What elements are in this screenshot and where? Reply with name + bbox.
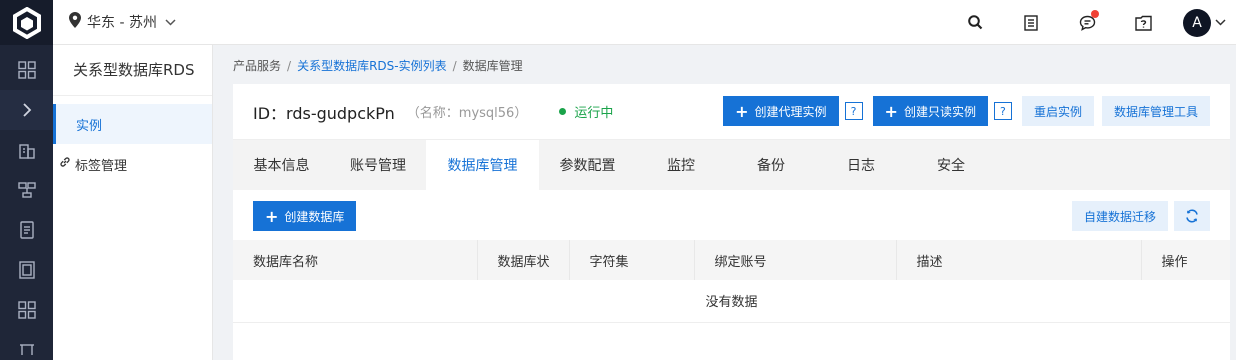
- db-management-tool-button[interactable]: 数据库管理工具: [1101, 96, 1210, 126]
- status-badge: 运行中: [559, 102, 613, 121]
- user-menu[interactable]: A: [1183, 8, 1226, 37]
- product-sidebar: 关系型数据库RDS 实例 标签管理: [53, 45, 213, 360]
- instance-name: （名称：mysql56）: [406, 106, 528, 121]
- breadcrumb-item[interactable]: 关系型数据库RDS-实例列表: [297, 57, 447, 74]
- refresh-icon[interactable]: [1174, 201, 1210, 231]
- tab-bar: 基本信息 账号管理 数据库管理 参数配置 监控 备份 日志 安全: [233, 140, 1230, 190]
- plus-icon: +: [265, 206, 279, 226]
- breadcrumb-separator: /: [452, 58, 457, 73]
- column-header-db-status: 数据库状: [477, 240, 570, 280]
- region-label: 华东 - 苏州: [87, 15, 157, 31]
- topology-icon[interactable]: [0, 330, 53, 360]
- sidebar-item-label: 标签管理: [75, 158, 128, 174]
- search-icon[interactable]: [947, 0, 1003, 45]
- network-icon[interactable]: [0, 170, 53, 210]
- location-pin-icon: [69, 12, 81, 32]
- message-icon[interactable]: [1059, 0, 1115, 45]
- restart-instance-button[interactable]: 重启实例: [1021, 96, 1094, 126]
- instance-panel: ID：rds-gudpckPn （名称：mysql56） 运行中 + 创建代理实…: [233, 84, 1230, 360]
- region-selector[interactable]: 华东 - 苏州: [69, 12, 176, 32]
- logo[interactable]: [0, 0, 53, 45]
- expand-nav-icon[interactable]: [0, 90, 53, 130]
- building-icon[interactable]: [0, 130, 53, 170]
- column-header-bound-account: 绑定账号: [694, 240, 897, 280]
- button-label: 创建只读实例: [903, 104, 976, 119]
- link-icon: [59, 156, 71, 172]
- notification-dot: [1091, 10, 1099, 18]
- help-document-icon[interactable]: [1115, 0, 1171, 45]
- empty-state-text: 没有数据: [233, 280, 1230, 323]
- apps-icon[interactable]: [0, 290, 53, 330]
- column-header-description: 描述: [896, 240, 1142, 280]
- create-database-button[interactable]: + 创建数据库: [253, 201, 357, 231]
- create-proxy-instance-button[interactable]: + 创建代理实例: [723, 96, 839, 126]
- tab-monitoring[interactable]: 监控: [636, 140, 726, 190]
- breadcrumb-item[interactable]: 产品服务: [233, 57, 281, 74]
- tab-account-management[interactable]: 账号管理: [330, 140, 426, 190]
- database-toolbar: + 创建数据库 自建数据迁移: [233, 190, 1230, 240]
- plus-icon: +: [884, 101, 898, 121]
- database-table: 数据库名称 数据库状 字符集 绑定账号 描述 操作 没有数据: [233, 240, 1230, 323]
- breadcrumb-current: 数据库管理: [462, 59, 523, 73]
- chevron-down-icon: [165, 14, 176, 30]
- storage-icon[interactable]: [0, 250, 53, 290]
- sidebar-item-label: 实例: [76, 118, 103, 134]
- column-header-actions: 操作: [1141, 240, 1230, 280]
- breadcrumb-separator: /: [287, 58, 292, 73]
- cube-logo-icon: [12, 6, 41, 39]
- status-text: 运行中: [574, 106, 614, 121]
- table-row: 没有数据: [233, 280, 1230, 323]
- tab-database-management[interactable]: 数据库管理: [426, 140, 539, 190]
- data-migration-button[interactable]: 自建数据迁移: [1071, 201, 1168, 231]
- help-icon[interactable]: ?: [844, 102, 863, 120]
- plus-icon: +: [735, 101, 749, 121]
- top-bar: 华东 - 苏州 A: [53, 0, 1236, 45]
- instance-id: ID：rds-gudpckPn: [253, 103, 395, 123]
- create-readonly-instance-button[interactable]: + 创建只读实例: [872, 96, 988, 126]
- instance-header: ID：rds-gudpckPn （名称：mysql56） 运行中 + 创建代理实…: [233, 84, 1230, 140]
- tab-basic-info[interactable]: 基本信息: [233, 140, 330, 190]
- list-document-icon[interactable]: [1003, 0, 1059, 45]
- table-header-row: 数据库名称 数据库状 字符集 绑定账号 描述 操作: [233, 240, 1230, 280]
- button-label: 创建数据库: [284, 209, 345, 224]
- column-header-charset: 字符集: [569, 240, 695, 280]
- column-header-db-name: 数据库名称: [233, 240, 478, 280]
- tab-logs[interactable]: 日志: [816, 140, 906, 190]
- chevron-down-icon: [1215, 15, 1226, 30]
- document-icon[interactable]: [0, 210, 53, 250]
- instance-actions: + 创建代理实例 ? + 创建只读实例 ? 重启实例 数据库管理工具: [723, 96, 1210, 126]
- avatar: A: [1183, 8, 1211, 37]
- status-dot: [559, 108, 567, 115]
- top-actions: A: [947, 0, 1236, 45]
- tab-parameter-config[interactable]: 参数配置: [539, 140, 636, 190]
- global-nav-rail: [0, 0, 53, 360]
- sidebar-item-instances[interactable]: 实例: [53, 104, 212, 144]
- tab-backup[interactable]: 备份: [726, 140, 816, 190]
- product-title: 关系型数据库RDS: [53, 45, 212, 96]
- button-label: 创建代理实例: [754, 104, 827, 119]
- sidebar-item-tags[interactable]: 标签管理: [53, 144, 212, 184]
- breadcrumb: 产品服务 / 关系型数据库RDS-实例列表 / 数据库管理: [233, 57, 523, 74]
- tab-security[interactable]: 安全: [906, 140, 996, 190]
- help-icon[interactable]: ?: [993, 102, 1012, 120]
- grid-icon[interactable]: [0, 50, 53, 90]
